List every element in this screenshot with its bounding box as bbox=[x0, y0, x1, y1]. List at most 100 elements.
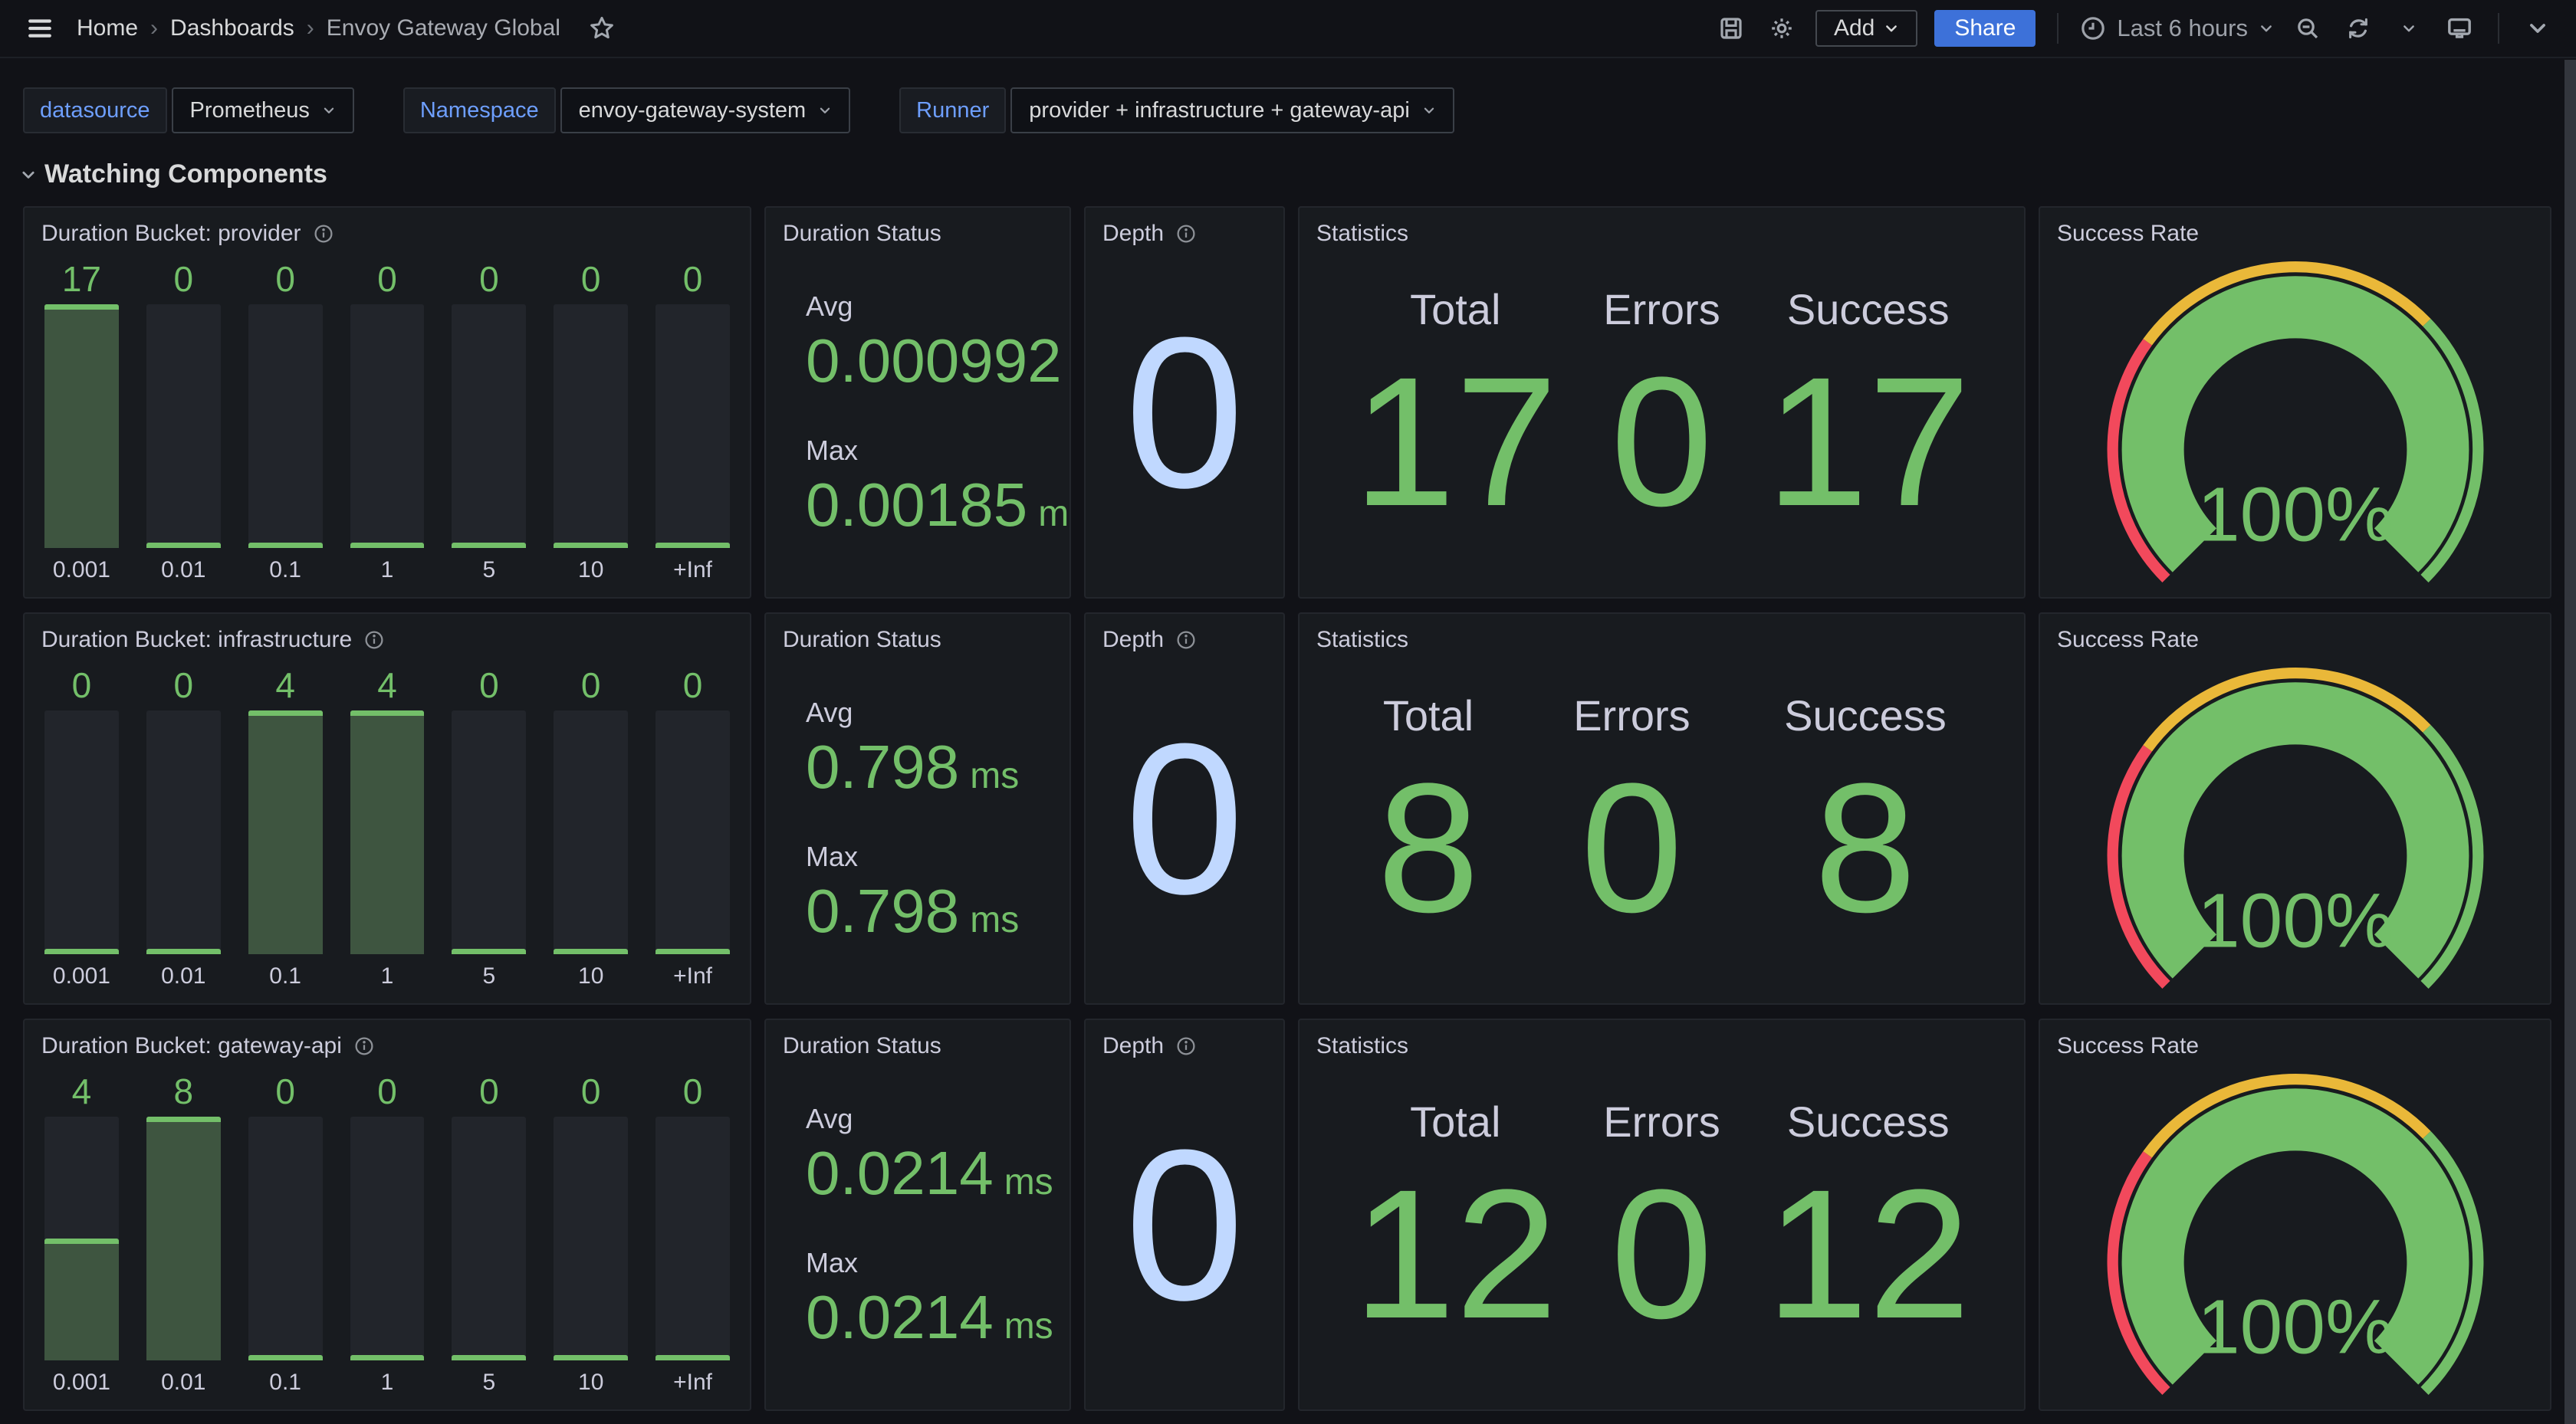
success-rate-gauge: 100% bbox=[2076, 252, 2515, 599]
section-title: Watching Components bbox=[44, 159, 327, 189]
panel-title[interactable]: Duration Bucket: infrastructure bbox=[41, 627, 352, 653]
info-icon[interactable] bbox=[1176, 630, 1196, 650]
stat-errors: Errors0 bbox=[1603, 1065, 1720, 1409]
bar-column: 0+Inf bbox=[656, 1069, 730, 1397]
breadcrumb-separator: › bbox=[307, 15, 314, 41]
panel-duration-bucket-provider: Duration Bucket: provider 170.001 00.01 … bbox=[23, 206, 751, 599]
filter-datasource-value-text: Prometheus bbox=[190, 98, 310, 123]
info-icon[interactable] bbox=[1176, 1036, 1196, 1056]
gauge: 100% bbox=[2040, 252, 2550, 599]
panel-success-rate: Success Rate 100% bbox=[2039, 206, 2551, 599]
time-range-label: Last 6 hours bbox=[2117, 15, 2248, 42]
info-icon[interactable] bbox=[364, 630, 384, 650]
divider bbox=[2498, 13, 2499, 44]
filter-runner: Runner provider + infrastructure + gatew… bbox=[899, 87, 1454, 133]
avg-stat: Avg 0.000992ms bbox=[806, 290, 1070, 396]
gauge-value: 100% bbox=[2196, 1285, 2393, 1370]
stat-errors: Errors0 bbox=[1603, 252, 1720, 597]
panel-duration-status: Duration Status Avg 0.798ms Max 0.798ms bbox=[764, 612, 1071, 1005]
panel-duration-bucket-gateway-api: Duration Bucket: gateway-api 40.001 80.0… bbox=[23, 1019, 751, 1411]
success-rate-gauge: 100% bbox=[2076, 658, 2515, 1005]
filter-datasource-value[interactable]: Prometheus bbox=[172, 87, 354, 133]
panel-duration-status: Duration Status Avg 0.000992ms Max 0.001… bbox=[764, 206, 1071, 599]
panel-statistics: Statistics Total17 Errors0 Success17 bbox=[1298, 206, 2026, 599]
bar-column: 40.001 bbox=[44, 1069, 119, 1397]
panel-title[interactable]: Duration Bucket: provider bbox=[41, 221, 301, 247]
share-button[interactable]: Share bbox=[1934, 10, 2036, 47]
chevron-down-icon bbox=[1884, 21, 1899, 36]
panel-title[interactable]: Success Rate bbox=[2057, 221, 2199, 247]
refresh-icon[interactable] bbox=[2341, 11, 2375, 45]
breadcrumb-dashboards[interactable]: Dashboards bbox=[170, 15, 294, 41]
stat-total: Total8 bbox=[1377, 658, 1479, 1003]
stat-success: Success8 bbox=[1784, 658, 1947, 1003]
bar-column: 05 bbox=[452, 663, 526, 991]
bar-column: 00.01 bbox=[146, 663, 221, 991]
top-nav-bar: Home › Dashboards › Envoy Gateway Global… bbox=[0, 0, 2576, 58]
panel-title[interactable]: Duration Status bbox=[783, 1033, 941, 1059]
panel-title[interactable]: Statistics bbox=[1316, 221, 1408, 247]
filter-namespace-label: Namespace bbox=[403, 87, 556, 133]
row-watching-components[interactable]: Watching Components bbox=[0, 133, 2576, 189]
panel-title[interactable]: Success Rate bbox=[2057, 627, 2199, 653]
star-favorite-icon[interactable] bbox=[585, 11, 619, 45]
bar-column: 00.001 bbox=[44, 663, 119, 991]
variable-filters: datasource Prometheus Namespace envoy-ga… bbox=[0, 58, 2576, 133]
panel-title[interactable]: Duration Status bbox=[783, 221, 941, 247]
filter-runner-label: Runner bbox=[899, 87, 1006, 133]
scrollbar-thumb[interactable] bbox=[2564, 60, 2576, 1424]
info-icon[interactable] bbox=[314, 224, 334, 244]
bar-column: 00.01 bbox=[146, 257, 221, 585]
gauge: 100% bbox=[2040, 658, 2550, 1005]
chevron-down-icon bbox=[322, 103, 336, 117]
filter-namespace-value[interactable]: envoy-gateway-system bbox=[560, 87, 851, 133]
panel-title[interactable]: Depth bbox=[1102, 1033, 1164, 1059]
stat-success: Success12 bbox=[1766, 1065, 1970, 1409]
bar-column: 0+Inf bbox=[656, 257, 730, 585]
panel-title[interactable]: Depth bbox=[1102, 221, 1164, 247]
menu-icon[interactable] bbox=[23, 11, 57, 45]
stat-total: Total17 bbox=[1353, 252, 1558, 597]
panel-title[interactable]: Depth bbox=[1102, 627, 1164, 653]
panel-success-rate: Success Rate 100% bbox=[2039, 612, 2551, 1005]
info-icon[interactable] bbox=[354, 1036, 374, 1056]
filter-runner-value[interactable]: provider + infrastructure + gateway-api bbox=[1010, 87, 1454, 133]
zoom-out-icon[interactable] bbox=[2291, 11, 2325, 45]
breadcrumb-home[interactable]: Home bbox=[77, 15, 138, 41]
panel-title[interactable]: Success Rate bbox=[2057, 1033, 2199, 1059]
info-icon[interactable] bbox=[1176, 224, 1196, 244]
tv-kiosk-icon[interactable] bbox=[2443, 11, 2476, 45]
save-dashboard-icon[interactable] bbox=[1714, 11, 1748, 45]
panel-title[interactable]: Duration Status bbox=[783, 627, 941, 653]
bar-column: 01 bbox=[350, 1069, 425, 1397]
bar-gauge: 170.001 00.01 00.1 01 05 010 0+Inf bbox=[25, 252, 750, 597]
refresh-interval-chevron-icon[interactable] bbox=[2392, 11, 2426, 45]
chevron-down-icon bbox=[2259, 21, 2274, 36]
panel-statistics: Statistics Total8 Errors0 Success8 bbox=[1298, 612, 2026, 1005]
filter-namespace: Namespace envoy-gateway-system bbox=[403, 87, 850, 133]
collapse-topbar-chevron-icon[interactable] bbox=[2521, 11, 2555, 45]
avg-stat: Avg 0.0214ms bbox=[806, 1103, 1070, 1209]
panel-duration-bucket-infrastructure: Duration Bucket: infrastructure 00.001 0… bbox=[23, 612, 751, 1005]
depth-value: 0 bbox=[1125, 1118, 1244, 1333]
add-button[interactable]: Add bbox=[1815, 10, 1917, 47]
stat-total: Total12 bbox=[1353, 1065, 1558, 1409]
clock-icon bbox=[2080, 15, 2106, 41]
panel-depth: Depth 0 bbox=[1084, 612, 1285, 1005]
bar-column: 170.001 bbox=[44, 257, 119, 585]
bar-column: 010 bbox=[554, 1069, 628, 1397]
panel-title[interactable]: Statistics bbox=[1316, 1033, 1408, 1059]
settings-gear-icon[interactable] bbox=[1765, 11, 1799, 45]
bar-column: 05 bbox=[452, 257, 526, 585]
gauge-value: 100% bbox=[2196, 472, 2393, 558]
chevron-down-icon bbox=[1422, 103, 1436, 117]
panel-title[interactable]: Statistics bbox=[1316, 627, 1408, 653]
breadcrumb-separator: › bbox=[150, 15, 158, 41]
gauge: 100% bbox=[2040, 1065, 2550, 1411]
bar-column: 010 bbox=[554, 663, 628, 991]
depth-value: 0 bbox=[1125, 306, 1244, 520]
panel-title[interactable]: Duration Bucket: gateway-api bbox=[41, 1033, 342, 1059]
time-range-picker[interactable]: Last 6 hours bbox=[2080, 15, 2274, 42]
bar-column: 41 bbox=[350, 663, 425, 991]
panel-duration-status: Duration Status Avg 0.0214ms Max 0.0214m… bbox=[764, 1019, 1071, 1411]
